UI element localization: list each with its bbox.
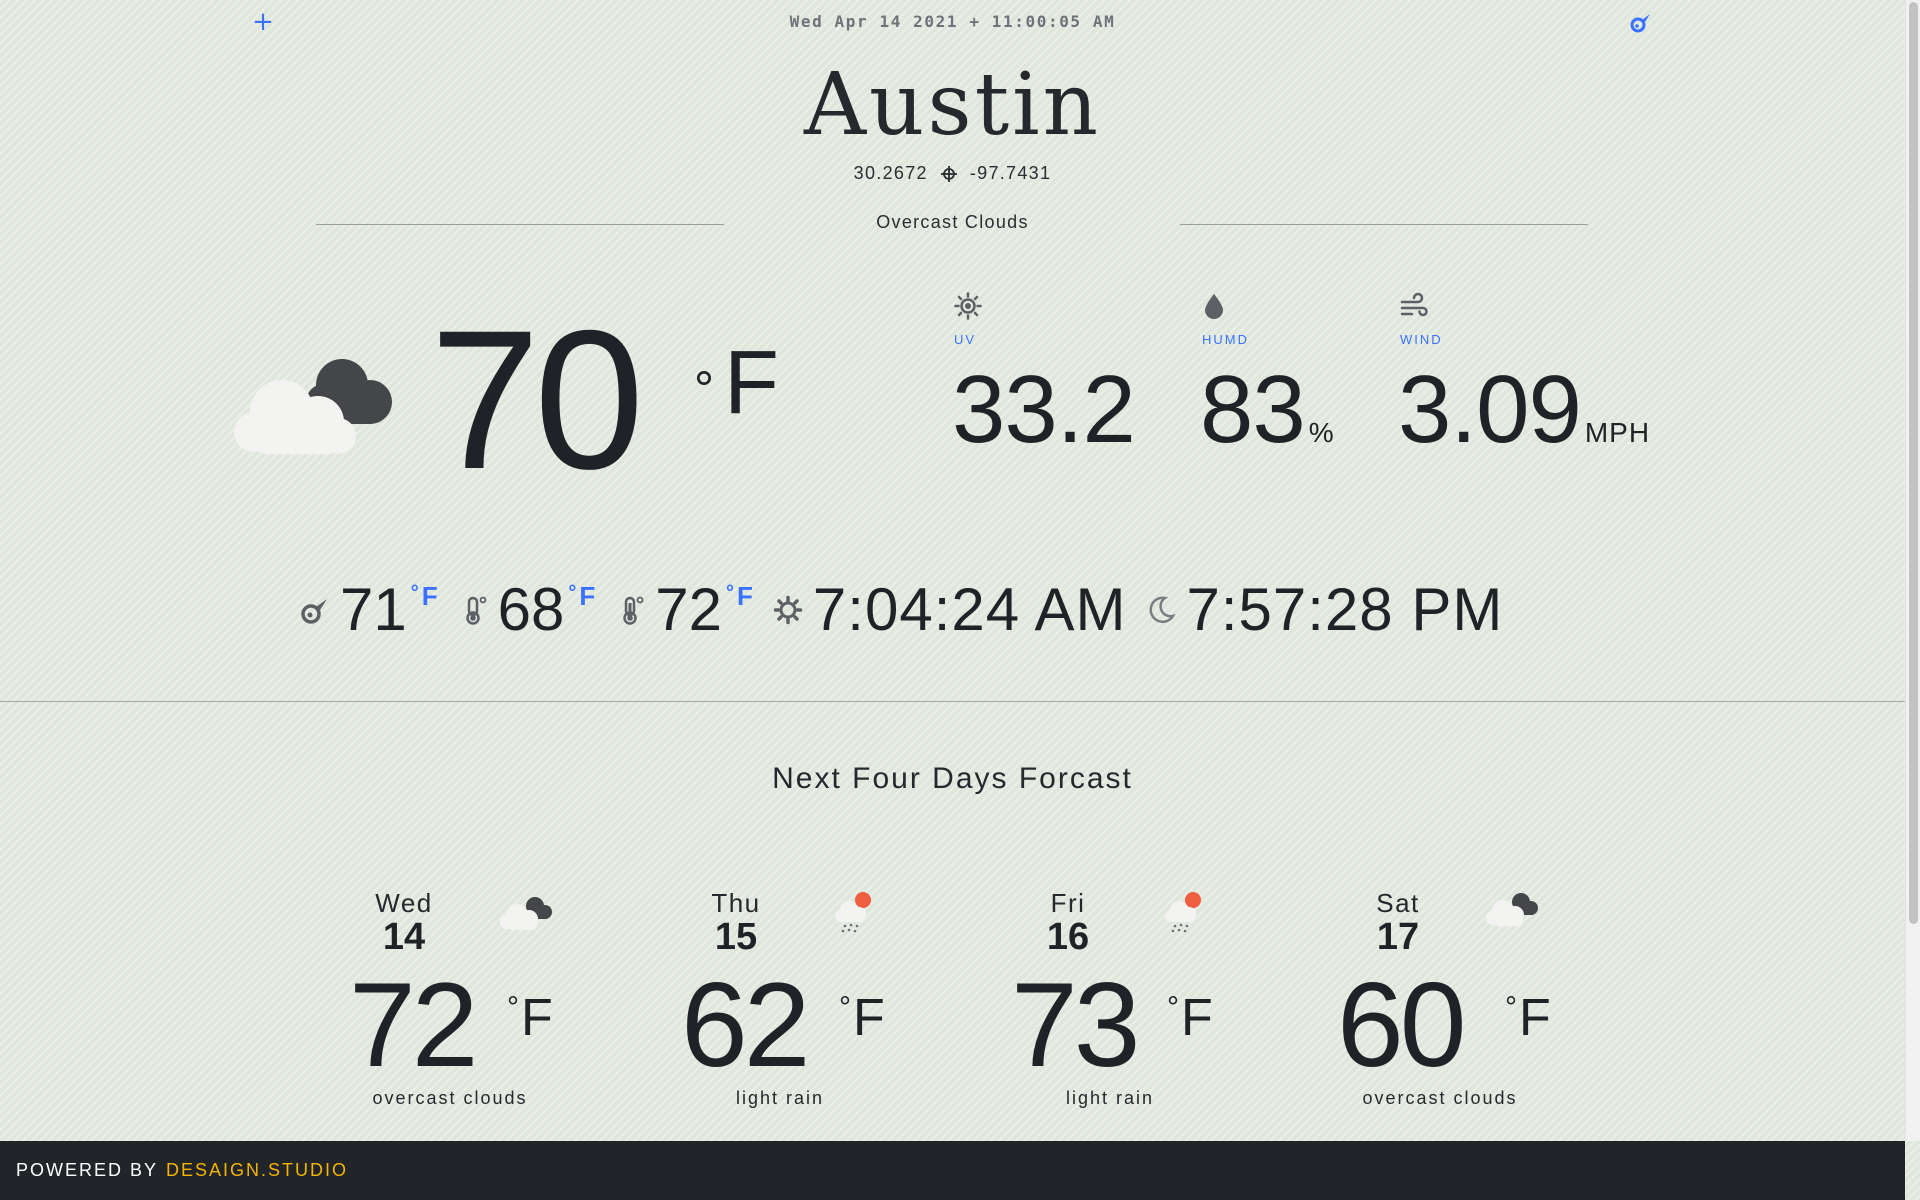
forecast-description: overcast clouds	[372, 1088, 528, 1108]
forecast-temp: 73	[1011, 958, 1140, 1092]
forecast-unit: °F	[1505, 989, 1551, 1047]
temp-min-value: 68	[497, 576, 565, 643]
overcast-clouds-icon	[500, 897, 552, 930]
feels-like: 71 ° F	[300, 575, 438, 645]
meteor-icon	[1630, 14, 1650, 33]
crosshair-icon	[940, 165, 957, 182]
sunrise: 7:04:24 AM	[773, 575, 1127, 645]
forecast-temp: 62	[681, 958, 810, 1092]
wind-label: WIND	[1400, 332, 1443, 347]
light-rain-icon	[835, 892, 871, 933]
light-rain-icon	[1165, 892, 1201, 933]
forecast-unit: °F	[839, 989, 885, 1047]
feels-like-value: 71	[340, 576, 407, 643]
forecast-card: Wed 14 72 °F overcast clouds	[307, 880, 607, 1120]
wind-value-number: 3.09	[1398, 356, 1582, 463]
temp-min: 68 ° F	[458, 575, 596, 645]
forecast-date: 16	[1046, 916, 1090, 958]
current-datetime: Wed Apr 14 2021 + 11:00:05 AM	[789, 12, 1116, 31]
plus-icon: +	[252, 7, 274, 37]
humidity-unit: %	[1308, 417, 1335, 448]
brand-link[interactable]: DESAIGN.STUDIO	[166, 1160, 348, 1181]
thermometer-low-icon	[465, 596, 487, 625]
feels-like-unit: ° F	[410, 581, 438, 611]
degree-symbol: °	[694, 361, 714, 417]
longitude: -97.7431	[969, 163, 1052, 183]
weather-condition: Overcast Clouds	[876, 212, 1029, 232]
city-name: Austin	[803, 55, 1102, 155]
forecast-temp: 72	[349, 958, 478, 1092]
forecast-card: Sat 17 60 °F overcast clouds	[1297, 880, 1597, 1120]
forecast-description: light rain	[1065, 1088, 1155, 1108]
forecast-day: Sat	[1376, 888, 1420, 918]
sunrise-time: 7:04:24 AM	[812, 576, 1127, 643]
forecast-day: Wed	[375, 888, 433, 918]
droplet-icon	[1205, 294, 1223, 319]
wind-icon	[1400, 292, 1428, 317]
moon-icon	[1149, 596, 1177, 623]
uv-value-number: 33.2	[952, 356, 1136, 463]
uv-label: UV	[954, 332, 977, 347]
forecast-day: Fri	[1050, 888, 1086, 918]
humidity-label: HUMD	[1202, 332, 1249, 347]
uv-value: 33.2	[952, 360, 1136, 460]
temp-min-unit: ° F	[568, 581, 596, 611]
section-divider	[0, 701, 1905, 702]
forecast-description: light rain	[735, 1088, 825, 1108]
scrollbar[interactable]	[1905, 0, 1920, 1141]
sun-icon	[954, 292, 982, 320]
sunrise-gear-icon	[773, 595, 803, 625]
humidity-value-number: 83	[1200, 356, 1306, 463]
overcast-clouds-icon	[1486, 893, 1538, 926]
sunset: 7:57:28 PM	[1146, 575, 1503, 645]
forecast-date: 17	[1376, 916, 1420, 958]
condition-rule-right	[1180, 224, 1588, 225]
forecast-card: Thu 15 62 °F light rain	[637, 880, 937, 1120]
wind-unit: MPH	[1584, 417, 1651, 448]
forecast-description: overcast clouds	[1362, 1088, 1518, 1108]
forecast-date: 15	[714, 916, 758, 958]
forecast-title: Next Four Days Forcast	[772, 762, 1133, 795]
forecast-unit: °F	[1167, 989, 1213, 1047]
footer: POWERED BY DESAIGN.STUDIO	[0, 1141, 1905, 1200]
unit-label: F	[724, 333, 779, 433]
latitude: 30.2672	[853, 163, 928, 183]
forecast-card: Fri 16 73 °F light rain	[967, 880, 1267, 1120]
temp-max-unit: ° F	[726, 581, 753, 611]
thermometer-high-icon	[623, 596, 644, 625]
humidity-value: 83%	[1200, 360, 1335, 483]
wind-value: 3.09 MPH	[1398, 360, 1650, 483]
location-button[interactable]	[1630, 10, 1652, 34]
forecast-date: 14	[382, 916, 426, 958]
powered-by-text: POWERED BY	[16, 1160, 159, 1180]
forecast-temp: 60	[1337, 958, 1466, 1092]
forecast-day: Thu	[711, 888, 761, 918]
details-row: 71 ° F 68 ° F 72 ° F 7:04:24 AM 7:57:28 …	[300, 570, 1523, 650]
scrollbar-thumb[interactable]	[1909, 2, 1918, 924]
forecast-unit: °F	[507, 989, 553, 1047]
meteor-icon	[301, 599, 327, 624]
coordinates: 30.2672 -97.7431	[660, 163, 1245, 184]
temp-max-value: 72	[655, 576, 723, 643]
temp-max: 72 ° F	[615, 575, 753, 645]
add-city-button[interactable]: +	[252, 8, 274, 36]
sunset-time: 7:57:28 PM	[1186, 576, 1504, 643]
current-temperature-unit: ° F	[694, 333, 779, 433]
overcast-clouds-icon	[234, 359, 392, 454]
current-temperature: 70	[430, 289, 644, 510]
